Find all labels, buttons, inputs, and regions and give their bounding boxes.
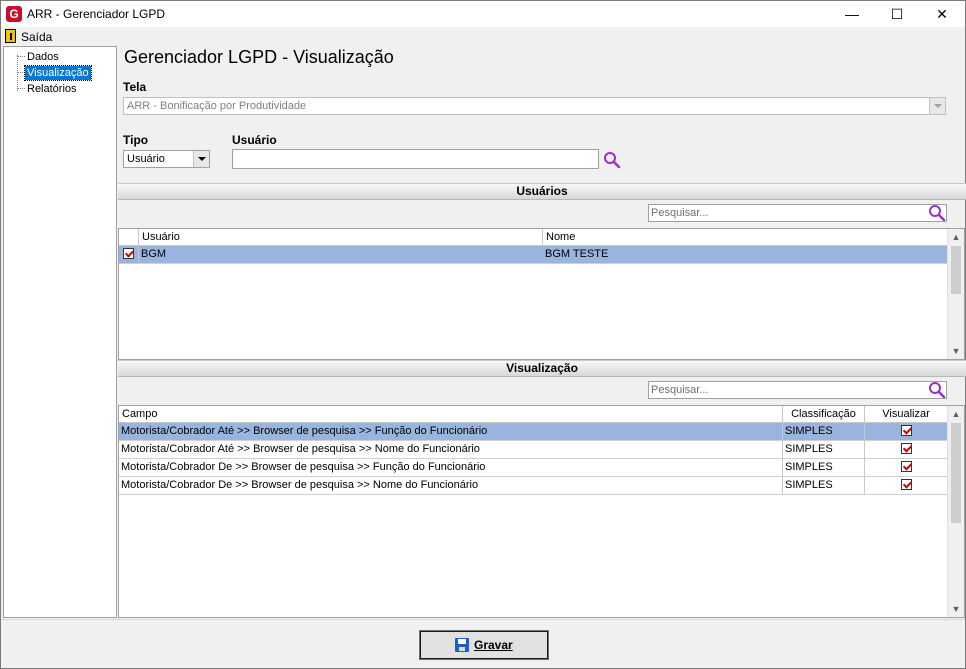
table-row[interactable]: Motorista/Cobrador Até >> Browser de pes…: [119, 441, 947, 459]
tipo-label: Tipo: [123, 133, 149, 147]
users-header-nome[interactable]: Nome: [543, 229, 947, 246]
checkbox-checked-icon[interactable]: [900, 478, 912, 490]
app-logo-icon: G: [6, 6, 22, 22]
table-row[interactable]: Motorista/Cobrador De >> Browser de pesq…: [119, 459, 947, 477]
chevron-down-icon[interactable]: [193, 151, 209, 167]
save-button-label: Gravar: [474, 638, 513, 652]
view-grid: Campo Classificação Visualizar Motorista…: [118, 405, 965, 618]
tree-connector: [17, 88, 25, 89]
users-grid: Usuário Nome BGM BGM TESTE ▲ ▼: [118, 228, 965, 360]
scroll-thumb[interactable]: [951, 423, 961, 523]
table-row[interactable]: BGM BGM TESTE: [119, 246, 947, 264]
scroll-down-icon[interactable]: ▼: [948, 601, 964, 617]
view-cell-classificacao: SIMPLES: [783, 423, 865, 441]
view-scrollbar[interactable]: ▲ ▼: [947, 406, 964, 617]
tree-connector: [17, 72, 25, 73]
view-header-campo[interactable]: Campo: [119, 406, 783, 423]
checkbox-checked-icon[interactable]: [900, 424, 912, 436]
tree-item-dados[interactable]: Dados: [25, 50, 61, 64]
main-window: G ARR - Gerenciador LGPD — ☐ ✕ Saída Dad…: [0, 0, 966, 669]
scroll-down-icon[interactable]: ▼: [948, 343, 964, 359]
tree-item-visualizacao[interactable]: Visualização: [24, 65, 92, 81]
scroll-up-icon[interactable]: ▲: [948, 229, 964, 245]
view-cell-visualizar[interactable]: [865, 441, 947, 459]
view-header-visualizar[interactable]: Visualizar: [865, 406, 947, 423]
scroll-up-icon[interactable]: ▲: [948, 406, 964, 422]
users-search-input[interactable]: Pesquisar...: [648, 204, 947, 222]
tela-select[interactable]: ARR - Bonificação por Produtividade: [123, 97, 946, 115]
view-header-classificacao[interactable]: Classificação: [783, 406, 865, 423]
users-header-usuario[interactable]: Usuário: [139, 229, 543, 246]
row-checkbox[interactable]: [119, 246, 139, 264]
search-icon[interactable]: [603, 151, 621, 169]
minimize-button[interactable]: —: [829, 1, 875, 27]
save-button[interactable]: Gravar: [419, 630, 549, 660]
tela-value: ARR - Bonificação por Produtividade: [127, 100, 307, 112]
tree-item-relatorios[interactable]: Relatórios: [25, 82, 79, 96]
users-cell-nome: BGM TESTE: [545, 248, 609, 260]
view-cell-classificacao: SIMPLES: [783, 441, 865, 459]
navigation-tree: Dados Visualização Relatórios: [3, 46, 117, 618]
page-title: Gerenciador LGPD - Visualização: [124, 47, 394, 67]
search-icon[interactable]: [928, 381, 946, 399]
view-cell-campo: Motorista/Cobrador Até >> Browser de pes…: [119, 423, 783, 441]
view-cell-classificacao: SIMPLES: [783, 459, 865, 477]
view-cell-visualizar[interactable]: [865, 423, 947, 441]
checkbox-checked-icon[interactable]: [123, 247, 134, 259]
search-icon[interactable]: [928, 204, 946, 222]
chevron-down-icon[interactable]: [929, 98, 945, 114]
view-grid-header: Campo Classificação Visualizar: [119, 406, 947, 423]
scroll-thumb[interactable]: [951, 246, 961, 294]
view-cell-classificacao: SIMPLES: [783, 477, 865, 495]
floppy-disk-icon: [455, 638, 469, 652]
usuario-label: Usuário: [232, 133, 277, 147]
view-search-input[interactable]: Pesquisar...: [648, 381, 947, 399]
menu-bar: Saída: [1, 27, 965, 46]
menu-exit[interactable]: Saída: [21, 30, 52, 44]
table-row[interactable]: Motorista/Cobrador De >> Browser de pesq…: [119, 477, 947, 495]
tipo-select[interactable]: Usuário: [123, 150, 210, 168]
usuario-input[interactable]: [232, 149, 599, 169]
view-cell-campo: Motorista/Cobrador Até >> Browser de pes…: [119, 441, 783, 459]
title-bar[interactable]: G ARR - Gerenciador LGPD — ☐ ✕: [1, 1, 965, 27]
users-section-header: Usuários: [118, 183, 966, 200]
view-cell-campo: Motorista/Cobrador De >> Browser de pesq…: [119, 459, 783, 477]
maximize-button[interactable]: ☐: [874, 1, 920, 27]
close-button[interactable]: ✕: [919, 1, 965, 27]
users-scrollbar[interactable]: ▲ ▼: [947, 229, 964, 359]
tree-connector: [17, 56, 25, 57]
exit-door-icon[interactable]: [5, 29, 16, 43]
table-row[interactable]: Motorista/Cobrador Até >> Browser de pes…: [119, 423, 947, 441]
users-header-check[interactable]: [119, 229, 139, 246]
view-cell-visualizar[interactable]: [865, 459, 947, 477]
view-cell-campo: Motorista/Cobrador De >> Browser de pesq…: [119, 477, 783, 495]
checkbox-checked-icon[interactable]: [900, 442, 912, 454]
users-cell-usuario: BGM: [141, 248, 167, 260]
tela-label: Tela: [123, 80, 147, 94]
view-section-header: Visualização: [118, 360, 966, 377]
view-cell-visualizar[interactable]: [865, 477, 947, 495]
tree-connector: [17, 55, 18, 91]
checkbox-checked-icon[interactable]: [900, 460, 912, 472]
users-grid-header: Usuário Nome: [119, 229, 947, 246]
window-title: ARR - Gerenciador LGPD: [27, 7, 166, 21]
tipo-value: Usuário: [127, 153, 165, 165]
